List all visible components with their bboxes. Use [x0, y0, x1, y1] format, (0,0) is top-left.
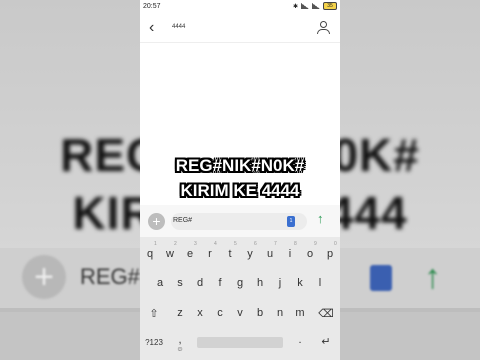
key-a[interactable]: a: [151, 277, 169, 289]
key-d[interactable]: d: [191, 277, 209, 289]
sim-icon[interactable]: 1: [287, 216, 295, 227]
key-hint-7: 7: [274, 241, 277, 247]
compose-bar: + REG# 1 ↑: [140, 205, 340, 237]
key-t[interactable]: t: [221, 248, 239, 260]
key-x[interactable]: x: [191, 307, 209, 319]
enter-icon[interactable]: ↵: [317, 335, 335, 348]
key-k[interactable]: k: [291, 277, 309, 289]
key-v[interactable]: v: [231, 307, 249, 319]
background-plus-icon: +: [22, 255, 66, 299]
emoji-icon[interactable]: ☺: [171, 346, 189, 353]
key-r[interactable]: r: [201, 248, 219, 260]
key-l[interactable]: l: [311, 277, 329, 289]
key-y[interactable]: y: [241, 248, 259, 260]
key-q[interactable]: q: [141, 248, 159, 260]
key-n[interactable]: n: [271, 307, 289, 319]
backspace-icon[interactable]: ⌫: [317, 307, 335, 320]
signal-icon: [301, 3, 309, 9]
key-p[interactable]: p: [321, 248, 339, 260]
send-icon[interactable]: ↑: [317, 211, 324, 226]
shift-icon[interactable]: ⇧: [145, 307, 163, 320]
background-send-icon: ↑: [424, 258, 441, 296]
conversation-title: 4444: [172, 24, 186, 30]
key-h[interactable]: h: [251, 277, 269, 289]
key-hint-4: 4: [214, 241, 217, 247]
back-arrow-icon[interactable]: ‹: [149, 19, 154, 37]
caption-line1: REG#NIK#N0K#: [175, 156, 305, 175]
key-j[interactable]: j: [271, 277, 289, 289]
key-f[interactable]: f: [211, 277, 229, 289]
space-bar[interactable]: [197, 337, 283, 348]
key-hint-9: 9: [314, 241, 317, 247]
status-bar: 20:57 ✱ 35: [140, 0, 340, 14]
background-compose-text: REG#: [80, 264, 140, 289]
battery-icon: 35: [323, 2, 337, 10]
status-time: 20:57: [143, 3, 161, 10]
key-u[interactable]: u: [261, 248, 279, 260]
symbols-key[interactable]: ?123: [145, 338, 163, 347]
key-c[interactable]: c: [211, 307, 229, 319]
message-input[interactable]: REG# 1: [171, 213, 307, 230]
key-m[interactable]: m: [291, 307, 309, 319]
key-hint-1: 1: [154, 241, 157, 247]
phone-screen: 20:57 ✱ 35 ‹ 4444 + REG# 1 ↑ q w e r t y…: [140, 0, 340, 360]
key-hint-8: 8: [294, 241, 297, 247]
status-icons: ✱ 35: [293, 2, 337, 10]
contact-icon[interactable]: [316, 21, 330, 35]
key-hint-0: 0: [334, 241, 337, 247]
plus-icon[interactable]: +: [148, 213, 165, 230]
key-g[interactable]: g: [231, 277, 249, 289]
key-hint-2: 2: [174, 241, 177, 247]
key-hint-5: 5: [234, 241, 237, 247]
key-e[interactable]: e: [181, 248, 199, 260]
key-hint-3: 3: [194, 241, 197, 247]
app-bar: ‹ 4444: [140, 14, 340, 43]
key-comma[interactable]: ,: [171, 334, 189, 346]
key-w[interactable]: w: [161, 248, 179, 260]
keyboard: q w e r t y u i o p 1 2 3 4 5 6 7 8 9 0 …: [140, 237, 340, 360]
key-hint-6: 6: [254, 241, 257, 247]
signal-icon-2: [312, 3, 320, 9]
key-b[interactable]: b: [251, 307, 269, 319]
key-s[interactable]: s: [171, 277, 189, 289]
message-input-text: REG#: [173, 217, 193, 224]
bluetooth-icon: ✱: [292, 3, 298, 10]
key-o[interactable]: o: [301, 248, 319, 260]
caption-line2: KIRIM KE 4444: [180, 181, 300, 200]
background-sim-icon: [370, 265, 392, 291]
key-period[interactable]: .: [291, 334, 309, 346]
key-z[interactable]: z: [171, 307, 189, 319]
key-i[interactable]: i: [281, 248, 299, 260]
